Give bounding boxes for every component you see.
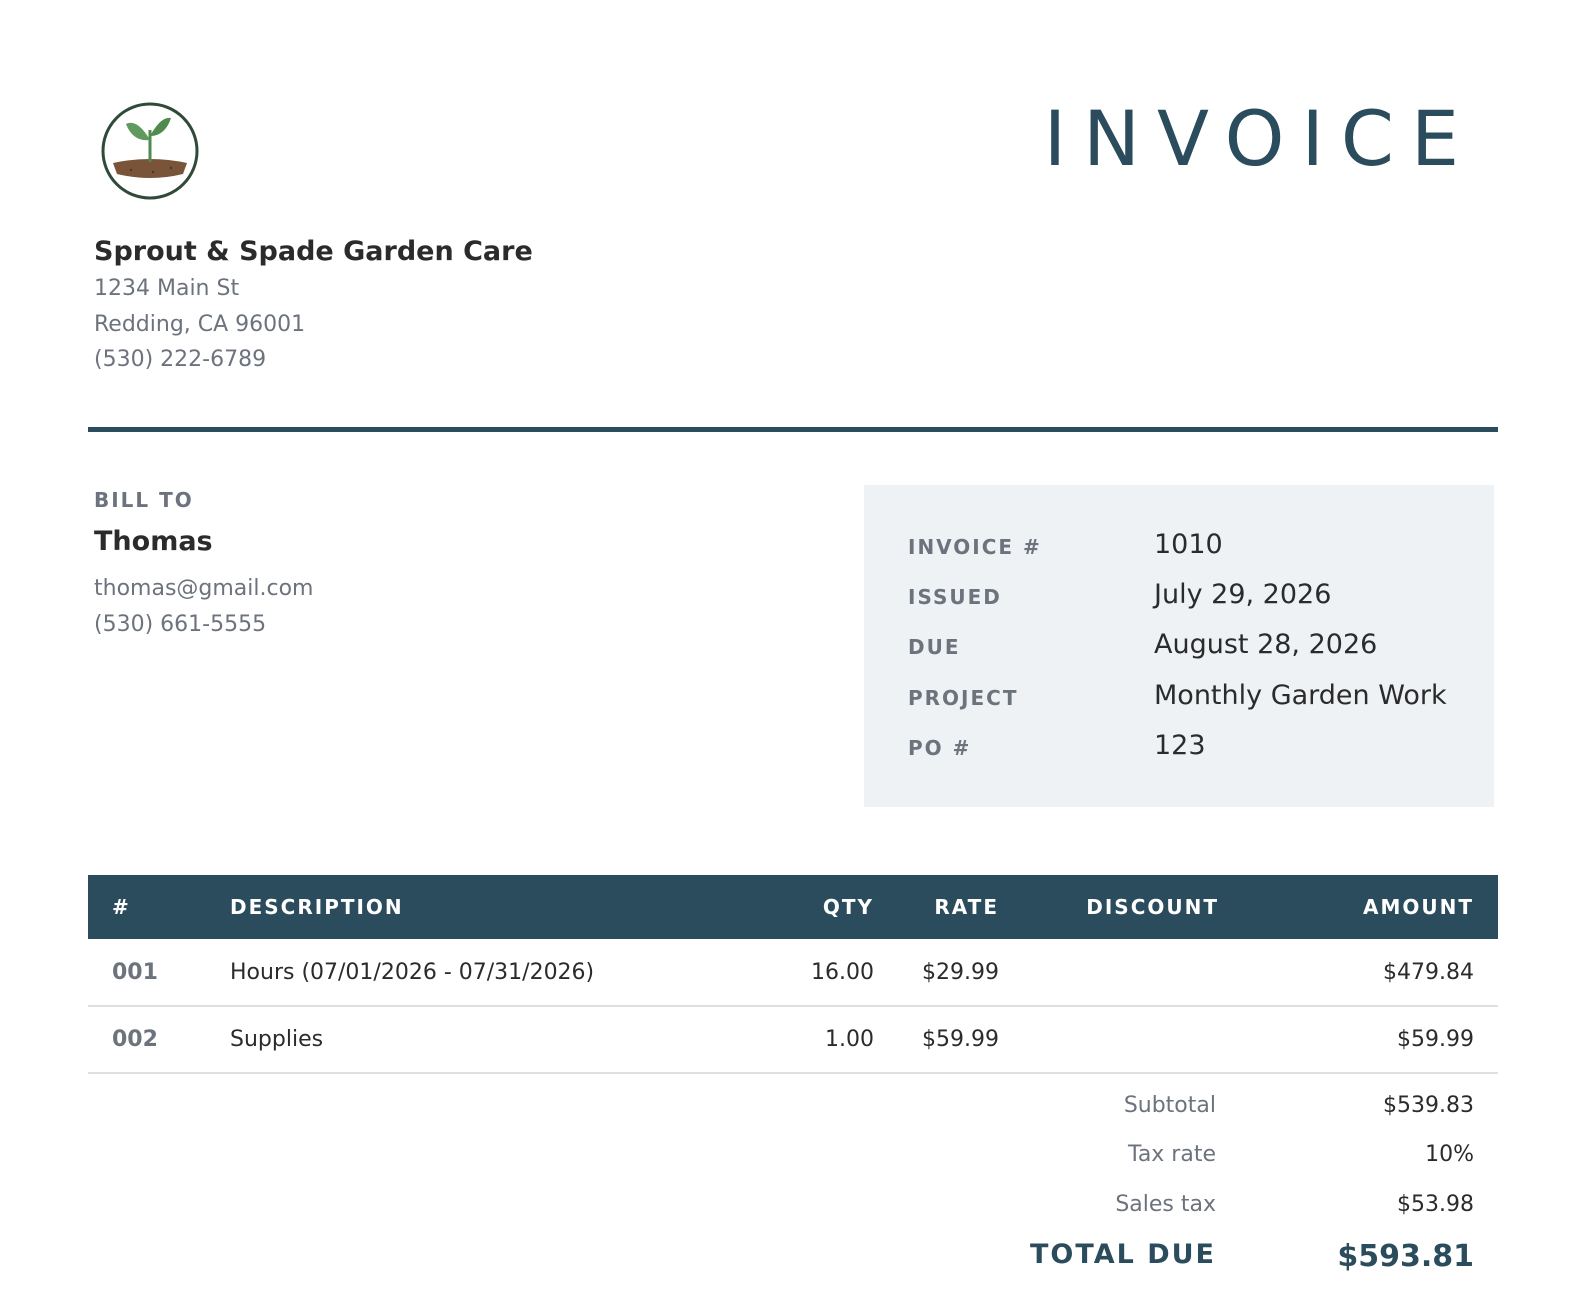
meta-value: 1010 bbox=[1154, 529, 1223, 560]
line-items-table: # DESCRIPTION QTY RATE DISCOUNT AMOUNT 0… bbox=[88, 875, 1498, 1074]
company-name: Sprout & Spade Garden Care bbox=[94, 236, 533, 267]
line-item-qty: 1.00 bbox=[825, 1027, 874, 1052]
client-phone: (530) 661-5555 bbox=[94, 612, 267, 637]
sales-tax-value: $53.98 bbox=[1397, 1192, 1474, 1217]
line-item-discount bbox=[999, 1006, 1219, 1073]
invoice-page: INVOICE Sprout & Spade Garden Care 1234 … bbox=[0, 0, 1580, 1298]
meta-row-due: DUE August 28, 2026 bbox=[908, 625, 1488, 675]
table-header-row: # DESCRIPTION QTY RATE DISCOUNT AMOUNT bbox=[88, 875, 1498, 939]
line-item-rate: $29.99 bbox=[922, 959, 999, 985]
client-name: Thomas bbox=[94, 526, 213, 557]
company-phone: (530) 222-6789 bbox=[94, 347, 267, 372]
tax-rate-label: Tax rate bbox=[1128, 1142, 1216, 1167]
total-due-label: TOTAL DUE bbox=[1030, 1239, 1216, 1270]
meta-row-po-number: PO # 123 bbox=[908, 726, 1488, 776]
tax-rate-row: Tax rate 10% bbox=[900, 1142, 1474, 1182]
line-item-description: Supplies bbox=[230, 1027, 324, 1052]
column-header-number: # bbox=[112, 895, 131, 919]
meta-key: PO # bbox=[908, 736, 972, 760]
meta-value: 123 bbox=[1154, 730, 1206, 761]
line-item-number: 002 bbox=[112, 1027, 158, 1052]
meta-row-project: PROJECT Monthly Garden Work bbox=[908, 676, 1488, 726]
line-item-qty: 16.00 bbox=[811, 959, 874, 985]
column-header-amount: AMOUNT bbox=[1362, 895, 1474, 919]
line-item-number: 001 bbox=[112, 959, 158, 985]
sales-tax-row: Sales tax $53.98 bbox=[900, 1192, 1474, 1232]
company-address-line2: Redding, CA 96001 bbox=[94, 312, 306, 337]
invoice-title: INVOICE bbox=[1043, 94, 1476, 183]
column-header-qty: QTY bbox=[822, 895, 874, 919]
total-due-row: TOTAL DUE $593.81 bbox=[900, 1239, 1474, 1279]
meta-key: PROJECT bbox=[908, 686, 1019, 710]
line-item-rate: $59.99 bbox=[922, 1027, 999, 1052]
meta-value: August 28, 2026 bbox=[1154, 629, 1378, 660]
line-item-description: Hours (07/01/2026 - 07/31/2026) bbox=[230, 959, 595, 985]
company-address-line1: 1234 Main St bbox=[94, 276, 240, 301]
table-row: 002 Supplies 1.00 $59.99 $59.99 bbox=[88, 1006, 1498, 1073]
bill-to-label: BILL TO bbox=[94, 488, 194, 512]
meta-value: July 29, 2026 bbox=[1154, 579, 1332, 610]
seedling-icon bbox=[101, 102, 199, 200]
column-header-discount: DISCOUNT bbox=[1086, 895, 1219, 919]
total-due-value: $593.81 bbox=[1337, 1239, 1474, 1274]
header-divider bbox=[88, 427, 1498, 432]
sales-tax-label: Sales tax bbox=[1115, 1192, 1216, 1217]
table-row: 001 Hours (07/01/2026 - 07/31/2026) 16.0… bbox=[88, 939, 1498, 1006]
column-header-rate: RATE bbox=[934, 895, 999, 919]
subtotal-label: Subtotal bbox=[1123, 1093, 1216, 1118]
meta-key: DUE bbox=[908, 635, 961, 659]
meta-key: INVOICE # bbox=[908, 535, 1042, 559]
client-email: thomas@gmail.com bbox=[94, 576, 314, 601]
subtotal-row: Subtotal $539.83 bbox=[900, 1093, 1474, 1133]
tax-rate-value: 10% bbox=[1425, 1142, 1474, 1167]
line-item-amount: $59.99 bbox=[1397, 1027, 1474, 1052]
meta-key: ISSUED bbox=[908, 585, 1002, 609]
meta-row-issued: ISSUED July 29, 2026 bbox=[908, 575, 1488, 625]
line-item-discount bbox=[999, 939, 1219, 1006]
meta-value: Monthly Garden Work bbox=[1154, 680, 1447, 711]
subtotal-value: $539.83 bbox=[1383, 1093, 1474, 1118]
column-header-description: DESCRIPTION bbox=[230, 895, 404, 919]
line-item-amount: $479.84 bbox=[1383, 959, 1474, 985]
meta-row-invoice-number: INVOICE # 1010 bbox=[908, 525, 1488, 575]
invoice-meta-box: INVOICE # 1010 ISSUED July 29, 2026 DUE … bbox=[864, 485, 1494, 807]
